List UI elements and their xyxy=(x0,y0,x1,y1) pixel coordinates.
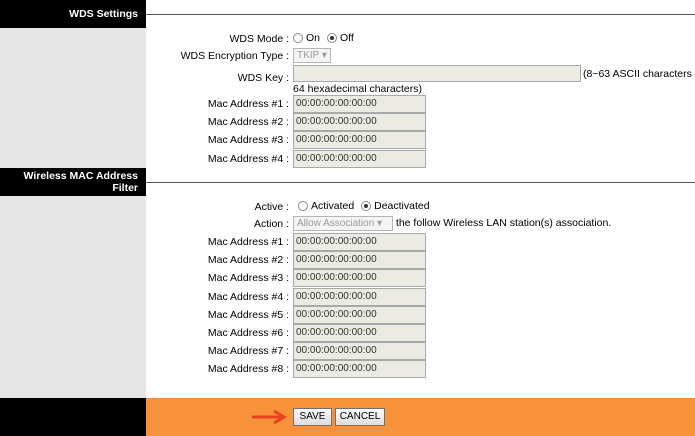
footer-left xyxy=(0,398,146,436)
filter-activated-label: Activated xyxy=(311,200,355,212)
chevron-down-icon: ▾ xyxy=(321,50,327,61)
mac-address-input[interactable]: 00:00:00:00:00:00 xyxy=(293,269,426,288)
mac-address-row: Mac Address #2 : 00:00:00:00:00:00 xyxy=(146,251,695,270)
filter-action-select[interactable]: Allow Association ▾ xyxy=(293,216,393,231)
wds-mode-off-label: Off xyxy=(339,32,354,44)
filter-title-line-1: Wireless MAC Address xyxy=(23,170,138,182)
filter-deactivated-radio[interactable] xyxy=(361,201,372,211)
mac-address-label: Mac Address #6 : xyxy=(207,327,289,339)
wds-mode-label: WDS Mode : xyxy=(229,33,289,45)
save-button[interactable]: SAVE xyxy=(293,408,332,426)
mac-address-input[interactable]: 00:00:00:00:00:00 xyxy=(293,131,426,150)
mac-address-input[interactable]: 00:00:00:00:00:00 xyxy=(293,149,426,168)
mac-address-row: Mac Address #8 : 00:00:00:00:00:00 xyxy=(146,360,695,379)
wds-encryption-value: TKIP xyxy=(297,50,320,61)
mac-address-input[interactable]: 00:00:00:00:00:00 xyxy=(293,113,426,132)
mac-address-label: Mac Address #4 : xyxy=(207,290,289,303)
wds-key-hint: (8~63 ASCII characters or xyxy=(583,68,695,80)
section-divider xyxy=(146,182,695,183)
mac-address-row: Mac Address #4 : 00:00:00:00:00:00 xyxy=(146,287,695,306)
mac-address-input[interactable]: 00:00:00:00:00:00 xyxy=(293,360,426,379)
filter-action-value: Allow Association xyxy=(297,218,375,229)
wds-mode-on-radio[interactable] xyxy=(293,33,303,43)
cancel-button[interactable]: CANCEL xyxy=(335,408,385,426)
wds-key-input[interactable] xyxy=(293,65,581,82)
footer-bar xyxy=(146,398,695,436)
sidebar-panel xyxy=(0,196,146,398)
filter-activated-radio[interactable] xyxy=(298,201,308,211)
mac-address-label: Mac Address #5 : xyxy=(207,308,289,321)
chevron-down-icon: ▾ xyxy=(377,218,383,229)
mac-address-input[interactable]: 00:00:00:00:00:00 xyxy=(293,251,426,270)
wds-mode-off-radio[interactable] xyxy=(326,33,337,43)
filter-section-title: Wireless MAC Address Filter xyxy=(0,168,146,196)
section-divider xyxy=(146,14,695,15)
mac-address-label: Mac Address #2 : xyxy=(207,116,289,129)
mac-address-input[interactable]: 00:00:00:00:00:00 xyxy=(293,233,426,251)
mac-address-label: Mac Address #3 : xyxy=(207,134,289,147)
mac-address-row: Mac Address #3 : 00:00:00:00:00:00 xyxy=(146,131,695,150)
arrow-right-icon xyxy=(252,410,287,424)
mac-address-input[interactable]: 00:00:00:00:00:00 xyxy=(293,305,426,324)
mac-address-label: Mac Address #3 : xyxy=(207,272,289,285)
filter-active-row: Active : Activated Deactivated xyxy=(146,198,695,216)
wds-encryption-label: WDS Encryption Type : xyxy=(180,50,289,62)
wds-mode-on-label: On xyxy=(306,32,321,44)
mac-address-row: Mac Address #7 : 00:00:00:00:00:00 xyxy=(146,342,695,361)
mac-address-row: Mac Address #5 : 00:00:00:00:00:00 xyxy=(146,305,695,324)
wds-key-row: WDS Key : (8~63 ASCII characters or xyxy=(146,64,695,84)
mac-address-row: Mac Address #2 : 00:00:00:00:00:00 xyxy=(146,113,695,132)
mac-address-input[interactable]: 00:00:00:00:00:00 xyxy=(293,324,426,342)
sidebar-panel xyxy=(0,28,146,168)
mac-address-label: Mac Address #8 : xyxy=(207,363,289,376)
mac-address-label: Mac Address #1 : xyxy=(207,98,289,110)
mac-address-label: Mac Address #2 : xyxy=(207,254,289,267)
filter-active-label: Active : xyxy=(254,201,289,213)
filter-action-suffix: the follow Wireless LAN station(s) assoc… xyxy=(395,217,612,229)
mac-address-row: Mac Address #6 : 00:00:00:00:00:00 xyxy=(146,324,695,342)
mac-address-input[interactable]: 00:00:00:00:00:00 xyxy=(293,95,426,113)
filter-deactivated-label: Deactivated xyxy=(374,200,430,212)
filter-action-row: Action : Allow Association ▾ the follow … xyxy=(146,215,695,233)
mac-address-input[interactable]: 00:00:00:00:00:00 xyxy=(293,342,426,361)
wds-section-title: WDS Settings xyxy=(0,0,146,28)
wds-encryption-select[interactable]: TKIP ▾ xyxy=(293,48,331,63)
mac-address-row: Mac Address #3 : 00:00:00:00:00:00 xyxy=(146,269,695,288)
wds-encryption-row: WDS Encryption Type : TKIP ▾ xyxy=(146,47,695,65)
wds-key-label: WDS Key : xyxy=(237,72,289,84)
mac-address-label: Mac Address #4 : xyxy=(207,152,289,165)
mac-address-label: Mac Address #1 : xyxy=(207,236,289,248)
mac-address-input[interactable]: 00:00:00:00:00:00 xyxy=(293,287,426,306)
mac-address-row: Mac Address #1 : 00:00:00:00:00:00 xyxy=(146,95,695,113)
mac-address-row: Mac Address #1 : 00:00:00:00:00:00 xyxy=(146,233,695,251)
filter-title-line-2: Filter xyxy=(112,182,138,194)
mac-address-row: Mac Address #4 : 00:00:00:00:00:00 xyxy=(146,149,695,168)
filter-action-label: Action : xyxy=(253,218,289,230)
wds-mode-row: WDS Mode : On Off xyxy=(146,30,695,48)
mac-address-label: Mac Address #7 : xyxy=(207,345,289,358)
wds-key-hint-continued: 64 hexadecimal characters) xyxy=(293,83,422,95)
